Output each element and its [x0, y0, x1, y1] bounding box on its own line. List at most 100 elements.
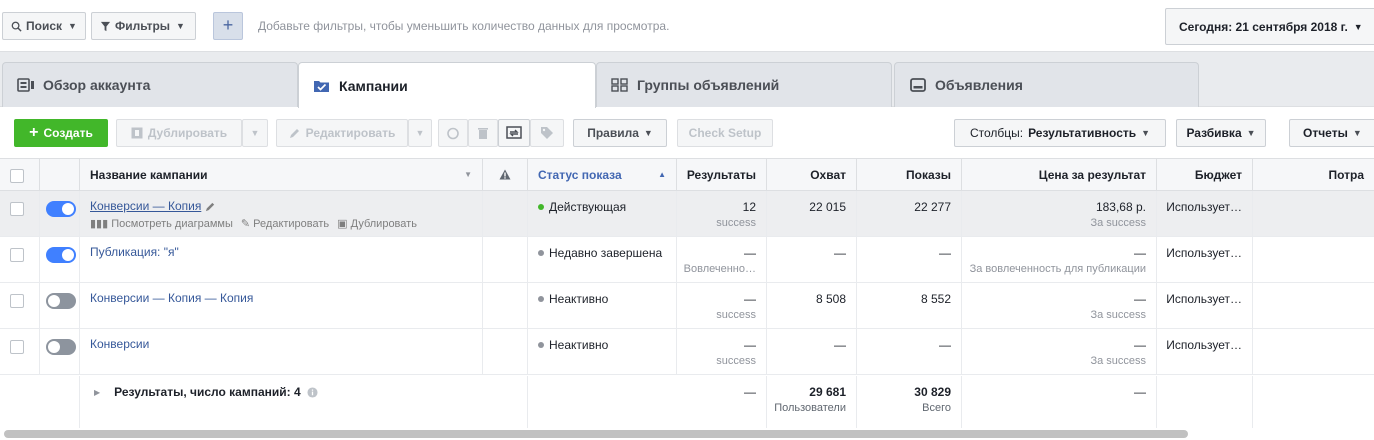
ads-icon [910, 78, 926, 92]
results-type: success [716, 309, 756, 321]
ad-sets-icon [611, 78, 628, 92]
campaign-name-link[interactable]: Публикация: "я" [90, 245, 472, 259]
header-campaign-name[interactable]: Название кампании ▼ [80, 159, 483, 190]
view-charts-link[interactable]: ▮▮▮ Посмотреть диаграммы [90, 217, 233, 230]
duplicate-button[interactable]: Дублировать [116, 119, 242, 147]
check-setup-button[interactable]: Check Setup [677, 119, 773, 147]
chevron-down-icon: ▼ [1141, 128, 1151, 138]
columns-value: Результативность [1028, 126, 1137, 140]
tab-ad-sets[interactable]: Группы объявлений [596, 62, 892, 107]
column-label: Название кампании [90, 167, 208, 182]
add-filter-button[interactable]: + [213, 12, 243, 40]
header-amount-spent[interactable]: Потра [1253, 159, 1374, 190]
compare-button[interactable] [498, 119, 530, 147]
table-header: Название кампании ▼ Статус показа ▲ Резу… [0, 159, 1374, 191]
results-type: Вовлеченно… [683, 263, 756, 275]
cost-value: — [1134, 246, 1146, 260]
column-label: Результаты [686, 167, 756, 182]
header-cost-per-result[interactable]: Цена за результат [962, 159, 1157, 190]
header-results[interactable]: Результаты [677, 159, 767, 190]
reach-value: — [834, 246, 846, 260]
impressions-value: 8 552 [920, 292, 951, 306]
header-budget[interactable]: Бюджет [1157, 159, 1253, 190]
duplicate-link[interactable]: ▣ Дублировать [337, 217, 417, 230]
chevron-down-icon: ▼ [415, 128, 425, 138]
row-checkbox[interactable] [10, 202, 24, 216]
status-dot [538, 296, 544, 302]
compare-icon [506, 126, 522, 139]
column-label: Потра [1328, 167, 1364, 182]
reports-button[interactable]: Отчеты ▼ [1289, 119, 1374, 147]
row-checkbox[interactable] [10, 340, 24, 354]
campaign-toggle[interactable] [46, 247, 76, 263]
chevron-down-icon: ▼ [176, 21, 185, 31]
date-range-label: Сегодня: 21 сентября 2018 г. [1179, 19, 1348, 34]
table-row[interactable]: Конверсии Неактивно — success — — — За suc… [0, 329, 1374, 375]
campaign-name-link[interactable]: Конверсии — Копия [90, 199, 201, 213]
sort-ascending-icon: ▲ [658, 170, 666, 179]
filters-button-label: Фильтры [115, 19, 171, 33]
tab-label: Кампании [339, 77, 408, 94]
info-icon[interactable] [307, 386, 318, 398]
tag-button[interactable] [530, 119, 564, 147]
duplicate-dropdown[interactable]: ▼ [242, 119, 268, 147]
cost-type: За success [1090, 309, 1146, 321]
campaign-name-link[interactable]: Конверсии [90, 337, 472, 351]
column-label: Цена за результат [1038, 167, 1146, 182]
table-row[interactable]: Конверсии — Копия — Копия Неактивно — suc… [0, 283, 1374, 329]
breakdown-button[interactable]: Разбивка ▼ [1176, 119, 1266, 147]
chevron-down-icon: ▼ [1353, 21, 1363, 32]
filter-hint: Добавьте фильтры, чтобы уменьшить количе… [258, 19, 670, 33]
summary-cost: — [1134, 385, 1146, 399]
delete-button[interactable] [468, 119, 498, 147]
horizontal-scrollbar[interactable] [0, 428, 1374, 440]
duplicate-icon: ▣ [337, 218, 348, 230]
summary-row: ▶ Результаты, число кампаний: 4 — 29 681… [0, 376, 1374, 429]
select-all-checkbox[interactable] [10, 168, 24, 183]
column-label: Показы [906, 167, 951, 182]
column-label: Охват [810, 167, 846, 182]
filters-button[interactable]: Фильтры ▼ [91, 12, 196, 40]
create-button[interactable]: + Создать [14, 119, 108, 147]
header-impressions[interactable]: Показы [857, 159, 962, 190]
expand-arrow-icon[interactable]: ▶ [94, 388, 100, 397]
summary-reach: 29 681 [809, 385, 846, 399]
account-overview-icon [17, 78, 34, 92]
columns-button[interactable]: Столбцы: Результативность ▼ [954, 119, 1166, 147]
pencil-icon[interactable] [205, 201, 216, 212]
chevron-down-icon: ▼ [1352, 128, 1362, 138]
reports-label: Отчеты [1303, 126, 1348, 140]
budget-value: Использует… [1166, 292, 1242, 306]
campaigns-icon [314, 80, 329, 92]
rules-button[interactable]: Правила ▼ [573, 119, 667, 147]
campaign-toggle[interactable] [46, 339, 76, 355]
search-button[interactable]: Поиск ▼ [2, 12, 86, 40]
toggle-state-button[interactable] [438, 119, 468, 147]
chevron-down-icon: ▼ [464, 170, 472, 179]
header-delivery-status[interactable]: Статус показа ▲ [528, 159, 677, 190]
tab-ads[interactable]: Объявления [894, 62, 1199, 107]
header-select-all[interactable] [0, 159, 40, 190]
row-checkbox[interactable] [10, 248, 24, 262]
status-dot [538, 250, 544, 256]
edit-button[interactable]: Редактировать [276, 119, 408, 147]
campaign-toggle[interactable] [46, 293, 76, 309]
cost-value: 183,68 р. [1095, 200, 1146, 214]
tab-campaigns[interactable]: Кампании [298, 62, 596, 108]
summary-results: — [744, 385, 756, 399]
chevron-down-icon: ▼ [1246, 128, 1256, 138]
pencil-icon [289, 129, 299, 138]
edit-dropdown[interactable]: ▼ [408, 119, 432, 147]
edit-link[interactable]: ✎ Редактировать [241, 217, 329, 230]
search-button-label: Поиск [26, 19, 63, 33]
summary-impressions: 30 829 [914, 385, 951, 399]
campaign-name-link[interactable]: Конверсии — Копия — Копия [90, 291, 472, 305]
table-row[interactable]: Конверсии — Копия ▮▮▮ Посмотреть диаграм… [0, 191, 1374, 237]
tab-account-overview[interactable]: Обзор аккаунта [2, 62, 298, 107]
row-checkbox[interactable] [10, 294, 24, 308]
campaign-toggle[interactable] [46, 201, 76, 217]
date-range-button[interactable]: Сегодня: 21 сентября 2018 г. ▼ [1165, 8, 1374, 45]
scrollbar-thumb[interactable] [4, 430, 1188, 438]
header-reach[interactable]: Охват [767, 159, 857, 190]
table-row[interactable]: Публикация: "я" Недавно завершена — Вовле… [0, 237, 1374, 283]
